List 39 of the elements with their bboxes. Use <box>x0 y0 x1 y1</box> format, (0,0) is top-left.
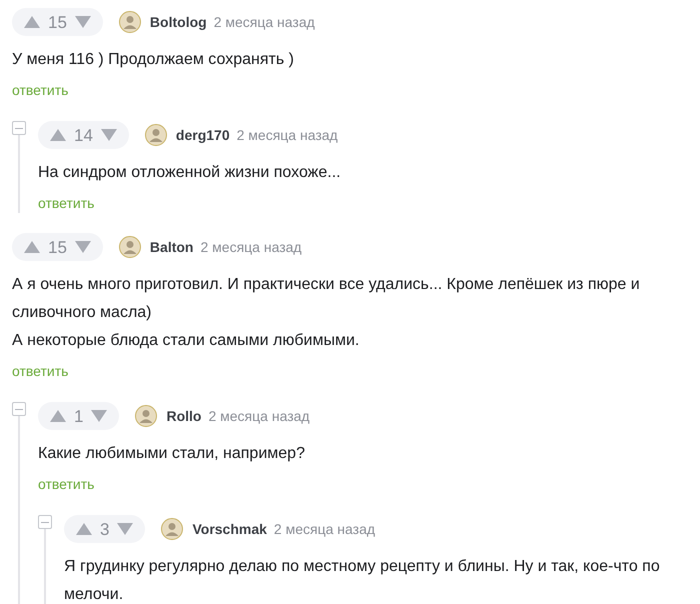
comment-time: 2 месяца назад <box>274 520 376 539</box>
author-name[interactable]: Boltolog <box>150 12 207 32</box>
comment-text: Я грудинку регулярно делаю по местному рецепту и блины. Ну и так, кое-что по мелочи. <box>64 557 661 604</box>
vote-count: 15 <box>48 238 67 256</box>
comment-text: Какие любимыми стали, например? <box>38 444 306 464</box>
collapse-icon[interactable] <box>38 515 52 529</box>
avatar[interactable] <box>118 11 141 33</box>
comment-text: А я очень много приготовил. И практически все удались... Кроме лепёшек из пюре и сливочного масла) <box>12 275 641 323</box>
comment-text: На синдром отложенной жизни похоже... <box>38 163 342 183</box>
upvote-icon[interactable] <box>76 523 92 535</box>
author-name[interactable]: Rollo <box>166 406 202 426</box>
avatar[interactable] <box>144 124 167 146</box>
comment-time: 2 месяца назад <box>214 12 315 32</box>
comment-time: 2 месяца назад <box>208 406 310 426</box>
author-name[interactable]: Vorschmak <box>192 518 267 540</box>
downvote-icon[interactable] <box>100 129 117 141</box>
vote-count: 14 <box>74 126 93 144</box>
author-name[interactable]: Balton <box>150 236 194 258</box>
vote-count: 3 <box>100 520 110 538</box>
comment-text: У меня 116 ) Продолжаем сохранять ) <box>12 50 295 70</box>
author-name[interactable]: derg170 <box>176 124 230 146</box>
comment-time: 2 месяца назад <box>200 238 302 257</box>
upvote-icon[interactable] <box>50 129 66 141</box>
upvote-icon[interactable] <box>24 16 40 28</box>
avatar[interactable] <box>118 236 141 258</box>
comment-time: 2 месяца назад <box>236 126 338 145</box>
downvote-icon[interactable] <box>74 241 91 253</box>
collapse-icon[interactable] <box>12 121 26 135</box>
comment-text: А некоторые блюда стали самыми любимыми. <box>12 331 360 351</box>
avatar[interactable] <box>161 518 184 540</box>
upvote-icon[interactable] <box>50 410 66 422</box>
downvote-icon[interactable] <box>117 523 134 535</box>
downvote-icon[interactable] <box>91 410 108 422</box>
vote-count: 15 <box>48 14 67 30</box>
avatar[interactable] <box>135 405 158 427</box>
downvote-icon[interactable] <box>74 16 91 28</box>
upvote-icon[interactable] <box>24 241 40 253</box>
vote-count: 1 <box>74 408 84 424</box>
collapse-icon[interactable] <box>12 402 26 416</box>
